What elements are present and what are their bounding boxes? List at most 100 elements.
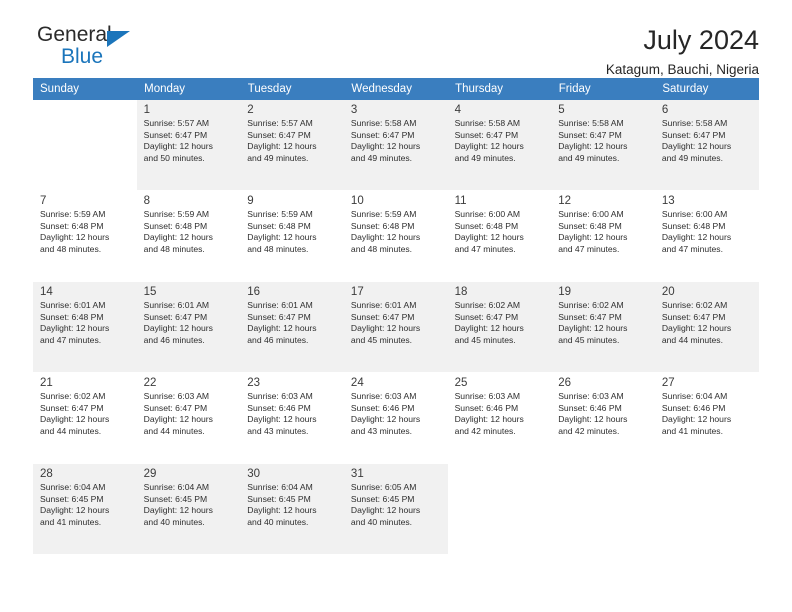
weekday-header-friday: Friday [551,78,656,100]
calendar-day-cell[interactable]: 6 Sunrise: 5:58 AM Sunset: 6:47 PM Daylight… [654,100,759,191]
day-cell-inner: 24 Sunrise: 6:03 AM Sunset: 6:46 PM Dayligh… [343,373,448,463]
sunrise-text: Sunrise: 6:02 AM [454,300,521,310]
day-number: 17 [350,286,364,298]
calendar-day-cell[interactable]: 29 Sunrise: 6:04 AM Sunset: 6:45 PM Dayligh… [136,463,241,555]
sunset-text: Sunset: 6:45 PM [143,493,208,504]
weekday-header-monday: Monday [136,78,241,100]
daylight-text-line2: and 41 minutes. [40,516,102,527]
calendar-day-cell[interactable]: 23 Sunrise: 6:03 AM Sunset: 6:46 PM Dayligh… [240,372,344,464]
day-cell-inner: 27 Sunrise: 6:04 AM Sunset: 6:46 PM Dayligh… [654,373,759,463]
calendar-day-cell[interactable]: 25 Sunrise: 6:03 AM Sunset: 6:46 PM Dayligh… [447,372,552,464]
daylight-text-line2: and 46 minutes. [143,334,205,345]
sunset-text: Sunset: 6:45 PM [40,493,104,504]
sunset-text: Sunset: 6:46 PM [247,402,311,413]
daylight-text-line2: and 47 minutes. [661,243,723,254]
sunrise-text: Sunrise: 5:58 AM [661,118,728,128]
sunrise-text: Sunrise: 6:03 AM [247,391,313,401]
day-number: 24 [350,377,364,389]
sunrise-text: Sunrise: 6:00 AM [454,209,521,219]
calendar-day-cell[interactable]: 13 Sunrise: 6:00 AM Sunset: 6:48 PM Dayligh… [654,190,759,282]
daylight-text-line1: Daylight: 12 hours [40,232,110,243]
calendar-day-cell[interactable]: 26 Sunrise: 6:03 AM Sunset: 6:46 PM Dayligh… [551,372,655,464]
brand-logo: General Blue [33,24,223,72]
calendar-day-cell[interactable]: 4 Sunrise: 5:58 AM Sunset: 6:47 PM Daylight… [447,100,552,191]
day-number: 9 [247,195,254,207]
daylight-text-line1: Daylight: 12 hours [661,232,732,243]
sunrise-text: Sunrise: 6:04 AM [247,482,313,492]
daylight-text-line1: Daylight: 12 hours [661,141,732,152]
day-cell-inner [551,464,655,554]
calendar-day-cell[interactable]: 31 Sunrise: 6:05 AM Sunset: 6:45 PM Dayligh… [343,463,448,555]
day-details: Sunrise: 6:02 AM Sunset: 6:47 PM Daylight:… [655,299,759,346]
calendar-day-cell[interactable]: 15 Sunrise: 6:01 AM Sunset: 6:47 PM Dayligh… [136,281,241,373]
day-cell-inner: 19 Sunrise: 6:02 AM Sunset: 6:47 PM Dayligh… [551,282,655,372]
calendar-day-cell[interactable]: 5 Sunrise: 5:58 AM Sunset: 6:47 PM Daylight… [551,100,655,191]
sunrise-text: Sunrise: 5:58 AM [350,118,417,128]
daylight-text-line1: Daylight: 12 hours [143,414,213,425]
sunset-text: Sunset: 6:48 PM [143,220,208,231]
calendar-week-row: 1 Sunrise: 5:57 AM Sunset: 6:47 PM Daylight… [33,100,759,191]
day-cell-inner: 20 Sunrise: 6:02 AM Sunset: 6:47 PM Dayligh… [654,282,759,372]
calendar-day-cell[interactable]: 1 Sunrise: 5:57 AM Sunset: 6:47 PM Daylight… [136,100,241,191]
calendar-day-cell[interactable]: 11 Sunrise: 6:00 AM Sunset: 6:48 PM Dayligh… [447,190,552,282]
day-number: 13 [661,195,675,207]
day-cell-inner: 12 Sunrise: 6:00 AM Sunset: 6:48 PM Dayligh… [551,191,655,281]
day-number: 3 [350,104,358,116]
title-block: July 2024 Katagum, Bauchi, Nigeria [606,24,759,79]
calendar-day-cell[interactable]: 2 Sunrise: 5:57 AM Sunset: 6:47 PM Daylight… [240,100,344,191]
daylight-text-line1: Daylight: 12 hours [247,323,317,334]
day-cell-inner: 28 Sunrise: 6:04 AM Sunset: 6:45 PM Dayligh… [33,464,137,554]
calendar-day-cell[interactable]: 7 Sunrise: 5:59 AM Sunset: 6:48 PM Daylight… [33,190,137,282]
sunset-text: Sunset: 6:45 PM [247,493,311,504]
calendar-day-cell[interactable]: 9 Sunrise: 5:59 AM Sunset: 6:48 PM Daylight… [240,190,344,282]
sunset-text: Sunset: 6:47 PM [350,129,415,140]
day-cell-inner: 5 Sunrise: 5:58 AM Sunset: 6:47 PM Daylight… [551,100,655,190]
calendar-day-cell[interactable]: 14 Sunrise: 6:01 AM Sunset: 6:48 PM Dayligh… [33,281,137,373]
day-details: Sunrise: 5:57 AM Sunset: 6:47 PM Daylight:… [240,117,344,164]
day-details: Sunrise: 6:01 AM Sunset: 6:47 PM Daylight:… [137,299,241,346]
daylight-text-line2: and 50 minutes. [143,152,205,163]
sunset-text: Sunset: 6:46 PM [350,402,415,413]
calendar-week-row: 28 Sunrise: 6:04 AM Sunset: 6:45 PM Dayligh… [33,463,759,555]
day-cell-inner [33,100,137,190]
daylight-text-line2: and 49 minutes. [558,152,620,163]
calendar-day-cell[interactable]: 18 Sunrise: 6:02 AM Sunset: 6:47 PM Dayligh… [447,281,552,373]
sunset-text: Sunset: 6:47 PM [454,129,519,140]
calendar-day-cell[interactable]: 22 Sunrise: 6:03 AM Sunset: 6:47 PM Dayligh… [136,372,241,464]
calendar-day-cell[interactable]: 27 Sunrise: 6:04 AM Sunset: 6:46 PM Dayligh… [654,372,759,464]
day-details: Sunrise: 6:01 AM Sunset: 6:48 PM Daylight:… [33,299,137,346]
calendar-day-cell[interactable]: 20 Sunrise: 6:02 AM Sunset: 6:47 PM Dayligh… [654,281,759,373]
calendar-day-cell[interactable]: 10 Sunrise: 5:59 AM Sunset: 6:48 PM Dayligh… [343,190,448,282]
sunrise-text: Sunrise: 5:59 AM [350,209,417,219]
day-details: Sunrise: 6:04 AM Sunset: 6:46 PM Daylight:… [655,390,759,437]
daylight-text-line1: Daylight: 12 hours [143,323,213,334]
calendar-day-cell[interactable]: 19 Sunrise: 6:02 AM Sunset: 6:47 PM Dayligh… [551,281,655,373]
calendar-day-cell[interactable]: 16 Sunrise: 6:01 AM Sunset: 6:47 PM Dayligh… [240,281,344,373]
day-cell-inner: 15 Sunrise: 6:01 AM Sunset: 6:47 PM Dayligh… [136,282,241,372]
calendar-day-cell[interactable]: 8 Sunrise: 5:59 AM Sunset: 6:48 PM Daylight… [136,190,241,282]
day-cell-inner: 17 Sunrise: 6:01 AM Sunset: 6:47 PM Dayligh… [343,282,448,372]
calendar-day-cell[interactable]: 30 Sunrise: 6:04 AM Sunset: 6:45 PM Dayligh… [240,463,344,555]
sunrise-text: Sunrise: 6:01 AM [143,300,210,310]
calendar-day-cell[interactable]: 12 Sunrise: 6:00 AM Sunset: 6:48 PM Dayligh… [551,190,655,282]
calendar-day-cell[interactable]: 24 Sunrise: 6:03 AM Sunset: 6:46 PM Dayligh… [343,372,448,464]
calendar-day-cell[interactable]: 3 Sunrise: 5:58 AM Sunset: 6:47 PM Daylight… [343,100,448,191]
day-number: 7 [40,195,47,207]
daylight-text-line2: and 40 minutes. [143,516,205,527]
day-details: Sunrise: 5:57 AM Sunset: 6:47 PM Daylight:… [137,117,241,164]
daylight-text-line2: and 45 minutes. [454,334,516,345]
calendar-day-cell[interactable]: 17 Sunrise: 6:01 AM Sunset: 6:47 PM Dayligh… [343,281,448,373]
daylight-text-line1: Daylight: 12 hours [40,414,110,425]
daylight-text-line2: and 47 minutes. [558,243,620,254]
calendar-day-cell[interactable]: 28 Sunrise: 6:04 AM Sunset: 6:45 PM Dayligh… [33,463,137,555]
day-cell-inner [654,464,759,554]
day-number: 29 [143,468,157,480]
day-cell-inner: 22 Sunrise: 6:03 AM Sunset: 6:47 PM Dayligh… [136,373,241,463]
calendar-day-cell[interactable]: 21 Sunrise: 6:02 AM Sunset: 6:47 PM Dayligh… [33,372,137,464]
daylight-text-line1: Daylight: 12 hours [143,505,213,516]
daylight-text-line1: Daylight: 12 hours [350,414,421,425]
sunset-text: Sunset: 6:47 PM [143,311,208,322]
daylight-text-line2: and 44 minutes. [40,425,102,436]
daylight-text-line1: Daylight: 12 hours [247,505,317,516]
daylight-text-line1: Daylight: 12 hours [350,505,421,516]
